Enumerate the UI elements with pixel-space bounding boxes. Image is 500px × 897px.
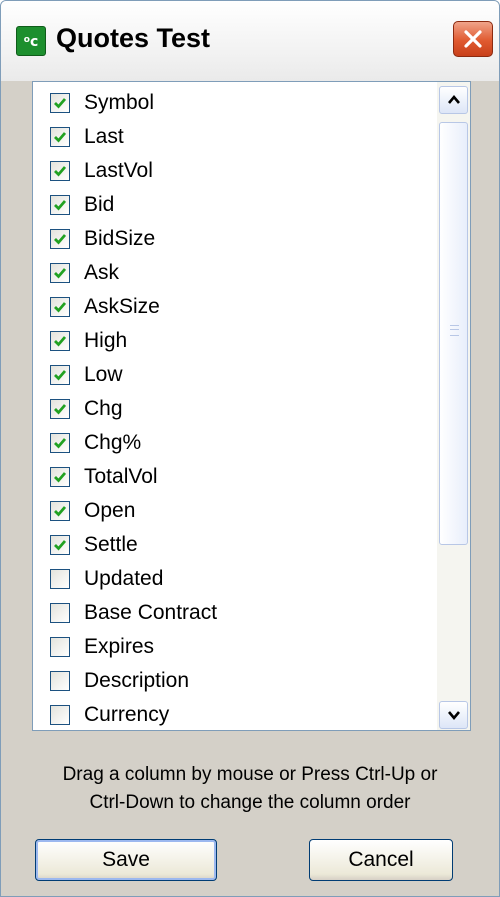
vertical-scrollbar[interactable] <box>437 82 470 730</box>
column-checkbox[interactable] <box>50 127 70 147</box>
column-checkbox[interactable] <box>50 467 70 487</box>
close-icon <box>464 30 482 48</box>
column-item[interactable]: Last <box>33 121 436 155</box>
column-label: Chg <box>84 397 123 420</box>
column-label: AskSize <box>84 295 160 318</box>
column-checkbox[interactable] <box>50 195 70 215</box>
column-checkbox[interactable] <box>50 161 70 181</box>
checkmark-icon <box>54 404 67 415</box>
column-checkbox[interactable] <box>50 569 70 589</box>
column-item[interactable]: Currency <box>33 699 436 730</box>
column-label: LastVol <box>84 159 153 182</box>
column-checkbox[interactable] <box>50 93 70 113</box>
column-label: Symbol <box>84 91 155 114</box>
column-checkbox[interactable] <box>50 671 70 691</box>
checkmark-icon <box>54 166 67 177</box>
checkmark-icon <box>54 370 67 381</box>
checkmark-icon <box>54 336 67 347</box>
column-item[interactable]: Low <box>33 359 436 393</box>
column-checkbox[interactable] <box>50 705 70 725</box>
column-label: BidSize <box>84 227 156 250</box>
scroll-up-button[interactable] <box>439 86 468 114</box>
column-checkbox[interactable] <box>50 297 70 317</box>
column-checkbox[interactable] <box>50 501 70 521</box>
title-bar[interactable]: oc Quotes Test <box>1 1 499 81</box>
checkmark-icon <box>54 472 67 483</box>
column-checkbox[interactable] <box>50 399 70 419</box>
chevron-down-icon <box>448 711 460 721</box>
save-button[interactable]: Save <box>35 839 217 881</box>
column-item[interactable]: High <box>33 325 436 359</box>
column-checkbox[interactable] <box>50 229 70 249</box>
scroll-thumb[interactable] <box>439 122 468 545</box>
column-item[interactable]: Ask <box>33 257 436 291</box>
cancel-button[interactable]: Cancel <box>309 839 453 881</box>
column-label: Updated <box>84 567 164 590</box>
column-item[interactable]: Base Contract <box>33 597 436 631</box>
column-label: TotalVol <box>84 465 158 488</box>
column-label: Currency <box>84 703 170 726</box>
grip-icon <box>450 325 459 336</box>
column-label: Base Contract <box>84 601 218 624</box>
column-label: Open <box>84 499 136 522</box>
column-label: Ask <box>84 261 120 284</box>
column-item[interactable]: Expires <box>33 631 436 665</box>
column-label: Expires <box>84 635 155 658</box>
column-label: Chg% <box>84 431 142 454</box>
column-checkbox[interactable] <box>50 365 70 385</box>
checkmark-icon <box>54 98 67 109</box>
checkmark-icon <box>54 438 67 449</box>
column-label: Low <box>84 363 123 386</box>
hint-line-1: Drag a column by mouse or Press Ctrl-Up … <box>62 764 438 785</box>
scroll-down-button[interactable] <box>439 701 468 729</box>
column-item[interactable]: Chg <box>33 393 436 427</box>
column-checkbox[interactable] <box>50 535 70 555</box>
column-checkbox[interactable] <box>50 331 70 351</box>
hint-line-2: Ctrl-Down to change the column order <box>89 792 411 813</box>
column-item[interactable]: TotalVol <box>33 461 436 495</box>
column-item[interactable]: Chg% <box>33 427 436 461</box>
column-checkbox[interactable] <box>50 263 70 283</box>
column-item[interactable]: Description <box>33 665 436 699</box>
column-checkbox[interactable] <box>50 637 70 657</box>
column-list[interactable]: Symbol Last LastVol Bid BidSize Ask AskSize Hig… <box>32 81 471 731</box>
column-item[interactable]: LastVol <box>33 155 436 189</box>
column-item[interactable]: Bid <box>33 189 436 223</box>
oc-app-icon: oc <box>16 26 46 56</box>
checkmark-icon <box>54 540 67 551</box>
reorder-hint: Drag a column by mouse or Press Ctrl-Up … <box>1 761 499 817</box>
column-label: Settle <box>84 533 138 556</box>
column-item[interactable]: Open <box>33 495 436 529</box>
column-item[interactable]: Updated <box>33 563 436 597</box>
column-label: Description <box>84 669 190 692</box>
checkmark-icon <box>54 268 67 279</box>
checkmark-icon <box>54 234 67 245</box>
column-item[interactable]: AskSize <box>33 291 436 325</box>
column-checkbox[interactable] <box>50 603 70 623</box>
column-label: Bid <box>84 193 115 216</box>
column-item[interactable]: BidSize <box>33 223 436 257</box>
column-item[interactable]: Settle <box>33 529 436 563</box>
checkmark-icon <box>54 132 67 143</box>
close-button[interactable] <box>453 21 493 57</box>
column-item[interactable]: Symbol <box>33 87 436 121</box>
column-label: Last <box>84 125 124 148</box>
chevron-up-icon <box>448 94 460 104</box>
checkmark-icon <box>54 302 67 313</box>
column-checkbox[interactable] <box>50 433 70 453</box>
checkmark-icon <box>54 200 67 211</box>
quotes-dialog: oc Quotes Test Symbol Last LastVol Bid BidSi… <box>0 0 500 897</box>
column-list-items: Symbol Last LastVol Bid BidSize Ask AskSize Hig… <box>33 82 436 730</box>
checkmark-icon <box>54 506 67 517</box>
column-label: High <box>84 329 128 352</box>
window-title: Quotes Test <box>56 23 211 53</box>
